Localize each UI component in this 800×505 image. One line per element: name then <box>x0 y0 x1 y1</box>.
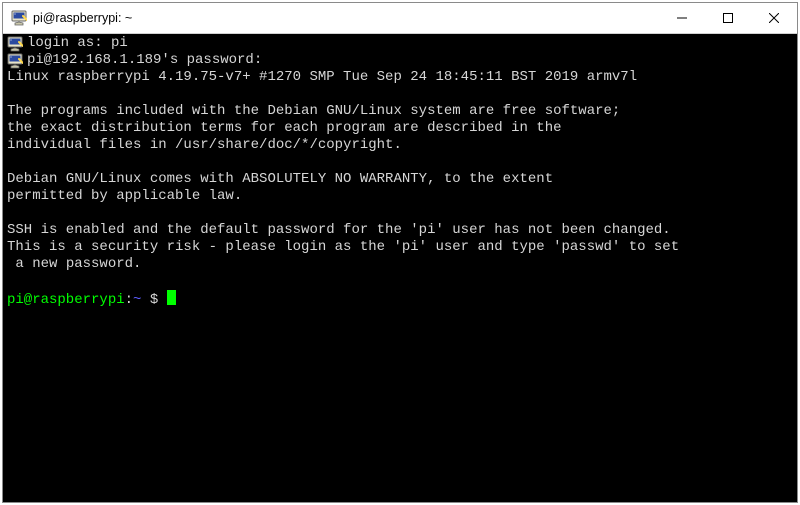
putty-icon <box>7 36 23 52</box>
window-title: pi@raspberrypi: ~ <box>33 11 659 25</box>
prompt-separator: : <box>125 292 133 308</box>
ssh-warning-text: This is a security risk - please login a… <box>7 239 679 255</box>
terminal-output[interactable]: login as: pipi@192.168.1.189's password:… <box>3 34 797 502</box>
close-icon <box>769 13 779 23</box>
minimize-button[interactable] <box>659 3 705 33</box>
putty-app-icon <box>11 10 27 26</box>
terminal-window: pi@raspberrypi: ~ login as: pipi@192.168… <box>2 2 798 503</box>
login-user-text: pi <box>111 35 128 51</box>
motd-text: the exact distribution terms for each pr… <box>7 120 562 136</box>
motd-text: individual files in /usr/share/doc/*/cop… <box>7 137 402 153</box>
ssh-warning-text: a new password. <box>7 256 141 272</box>
ssh-warning-text: SSH is enabled and the default password … <box>7 222 671 238</box>
login-prompt-text: login as: <box>27 35 111 51</box>
maximize-button[interactable] <box>705 3 751 33</box>
putty-icon <box>7 53 23 69</box>
prompt-user-host: pi@raspberrypi <box>7 292 125 308</box>
login-line: login as: pi <box>7 35 793 52</box>
motd-text: permitted by applicable law. <box>7 188 242 204</box>
prompt-dollar: $ <box>141 292 166 308</box>
maximize-icon <box>723 13 733 23</box>
titlebar[interactable]: pi@raspberrypi: ~ <box>3 3 797 34</box>
motd-text: Debian GNU/Linux comes with ABSOLUTELY N… <box>7 171 553 187</box>
close-button[interactable] <box>751 3 797 33</box>
minimize-icon <box>677 13 687 23</box>
password-prompt-text: pi@192.168.1.189's password: <box>27 52 262 69</box>
motd-text: The programs included with the Debian GN… <box>7 103 620 119</box>
password-line: pi@192.168.1.189's password: <box>7 52 793 69</box>
terminal-cursor <box>167 290 176 305</box>
banner-text: Linux raspberrypi 4.19.75-v7+ #1270 SMP … <box>7 69 637 85</box>
window-controls <box>659 3 797 33</box>
